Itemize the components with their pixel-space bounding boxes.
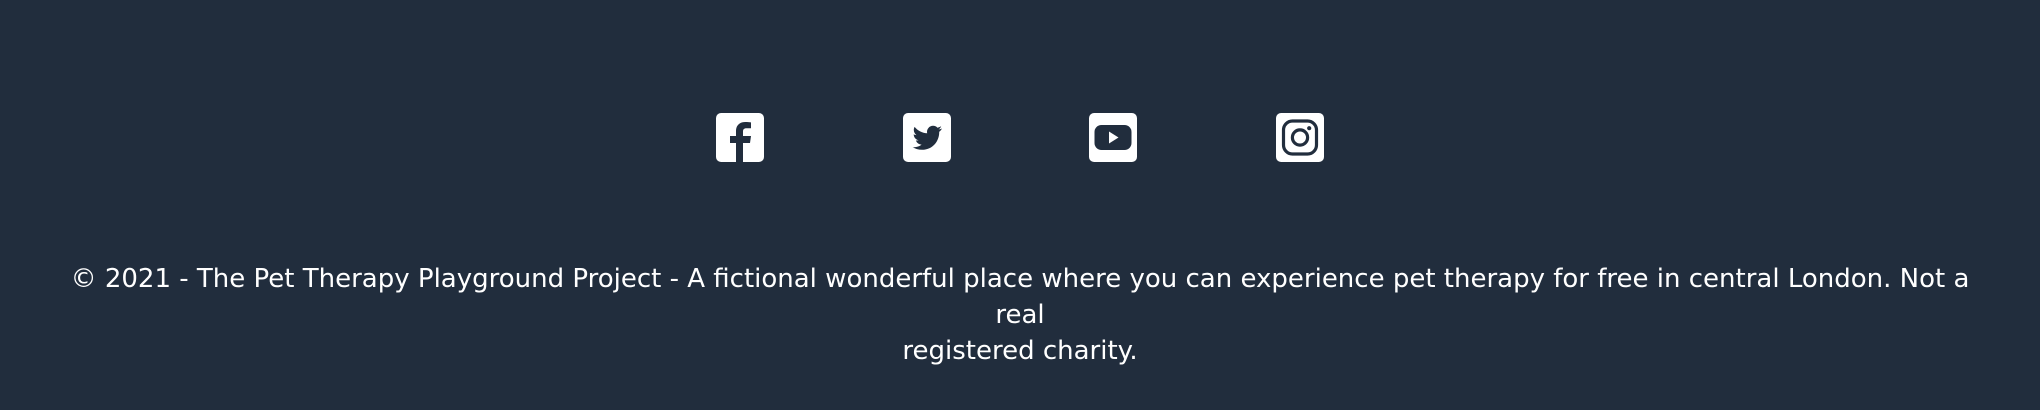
youtube-link[interactable] — [1089, 113, 1137, 162]
twitter-icon — [903, 113, 951, 162]
social-links — [0, 113, 2040, 162]
facebook-icon — [716, 113, 764, 162]
instagram-icon — [1276, 113, 1324, 162]
site-footer: © 2021 - The Pet Therapy Playground Proj… — [0, 0, 2040, 410]
copyright-line-1: © 2021 - The Pet Therapy Playground Proj… — [70, 264, 1970, 330]
facebook-link[interactable] — [716, 113, 764, 162]
copyright-notice: © 2021 - The Pet Therapy Playground Proj… — [60, 261, 1980, 369]
twitter-link[interactable] — [903, 113, 951, 162]
copyright-line-2: registered charity. — [902, 336, 1138, 366]
youtube-icon — [1089, 113, 1137, 162]
instagram-link[interactable] — [1276, 113, 1324, 162]
